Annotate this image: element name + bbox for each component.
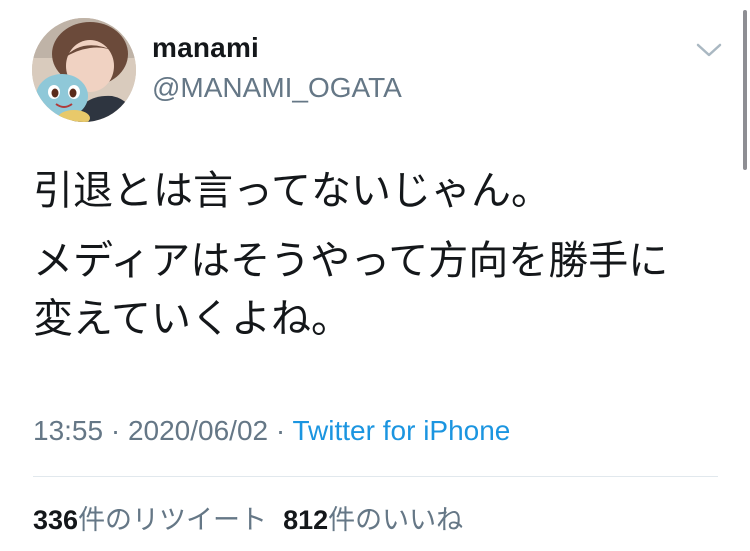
likes-count-link[interactable]: 812件のいいね xyxy=(283,498,463,537)
display-name[interactable]: manami xyxy=(152,32,259,64)
tweet-time[interactable]: 13:55 xyxy=(33,415,103,446)
avatar[interactable] xyxy=(32,18,136,122)
chevron-down-icon[interactable] xyxy=(694,38,724,62)
tweet-source-link[interactable]: Twitter for iPhone xyxy=(293,415,511,446)
tweet-meta: 13:55 · 2020/06/02 · Twitter for iPhone xyxy=(33,415,510,447)
meta-separator: · xyxy=(103,415,128,446)
meta-separator: · xyxy=(268,415,293,446)
like-label: 件のいいね xyxy=(328,505,464,536)
tweet-stats: 336件のリツイート 812件のいいね xyxy=(33,498,479,537)
tweet-date[interactable]: 2020/06/02 xyxy=(128,415,268,446)
user-handle[interactable]: @MANAMI_OGATA xyxy=(152,72,402,104)
tweet-text: 引退とは言ってないじゃん。 メディアはそうやって方向を勝手に 変えていくよね。 xyxy=(33,162,723,360)
tweet-paragraph: メディアはそうやって方向を勝手に 変えていくよね。 xyxy=(33,238,669,342)
divider xyxy=(33,476,718,477)
tweet-paragraph: 引退とは言ってないじゃん。 xyxy=(33,168,551,214)
profile-photo xyxy=(32,18,136,122)
like-count: 812 xyxy=(283,505,329,535)
retweet-label: 件のリツイート xyxy=(78,505,268,536)
scroll-indicator[interactable] xyxy=(743,10,747,170)
retweet-count: 336 xyxy=(33,505,79,535)
retweets-count-link[interactable]: 336件のリツイート xyxy=(33,498,267,537)
